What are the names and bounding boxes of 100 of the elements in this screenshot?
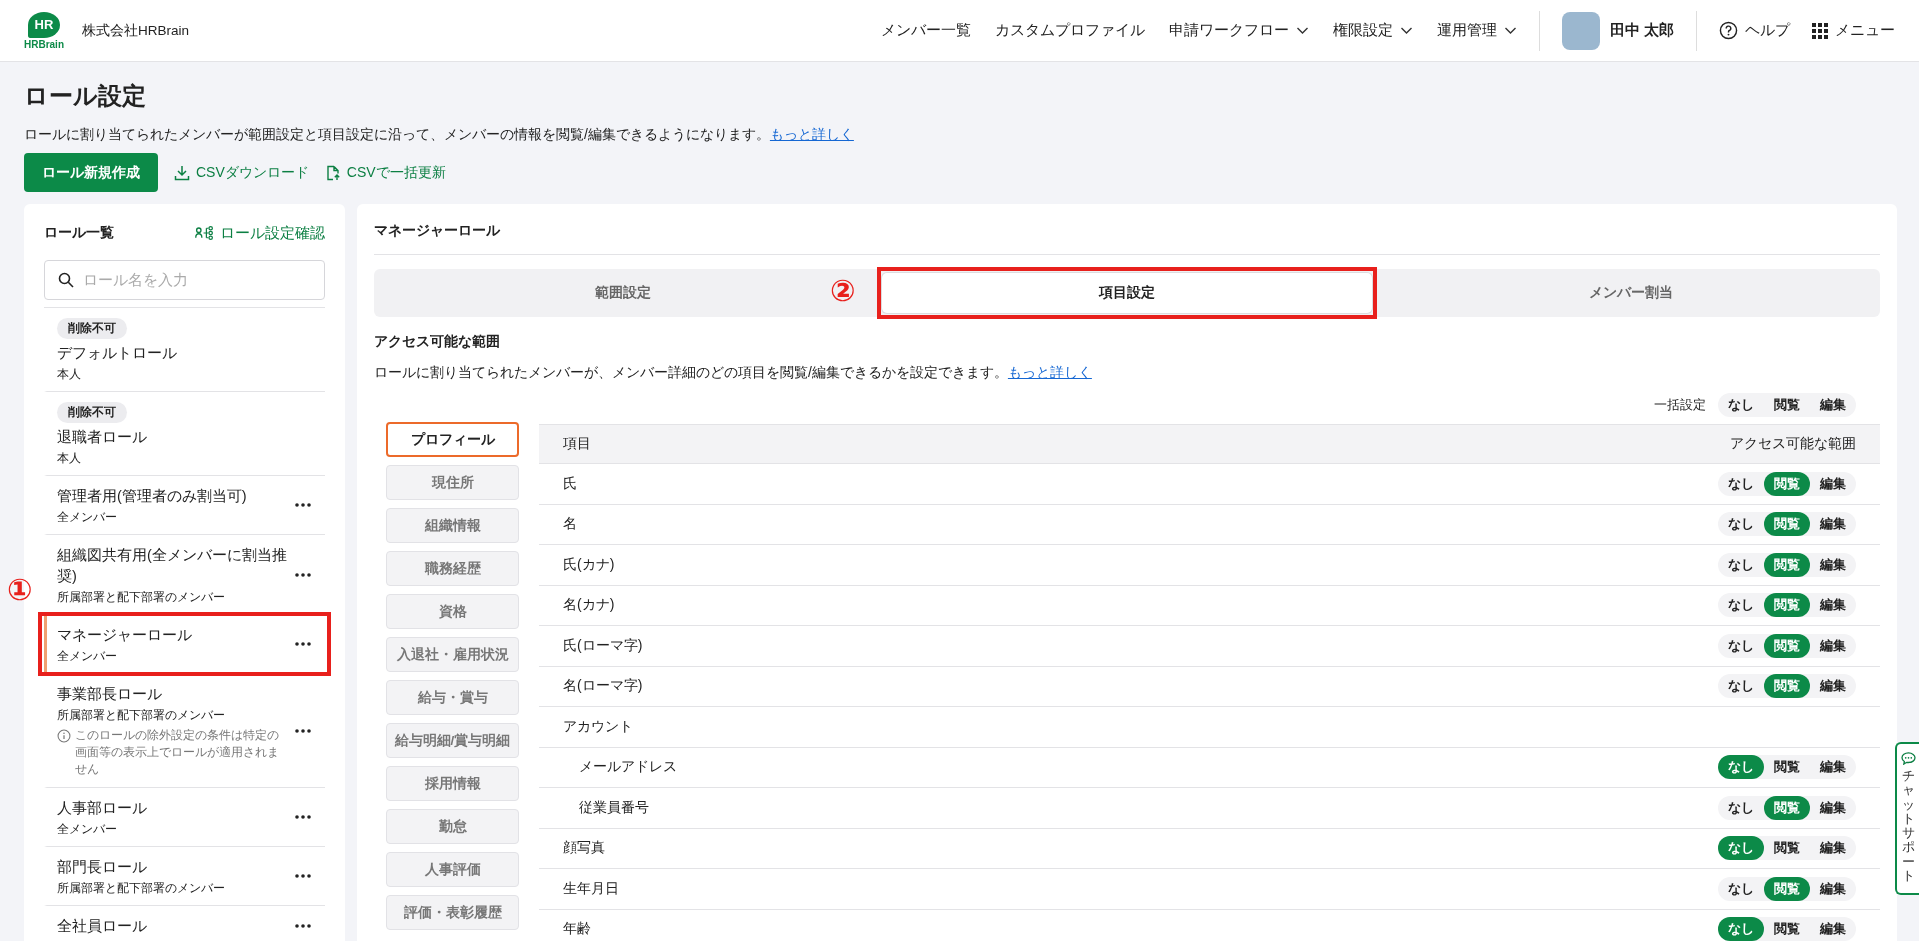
category-tab[interactable]: 評価・表彰履歴 [386,895,519,930]
category-tab[interactable]: 勤怠 [386,809,519,844]
access-option[interactable]: 閲覧 [1764,512,1810,537]
role-item[interactable]: 削除不可 退職者ロール 本人 [44,392,325,476]
role-item[interactable]: 人事部ロール 全メンバー [44,788,325,847]
tab[interactable]: メンバー割当 [1386,273,1876,313]
menu-button[interactable]: メニュー [1812,21,1895,40]
help-icon [1719,21,1738,40]
access-option[interactable]: 閲覧 [1764,836,1810,861]
access-option[interactable]: 編集 [1810,917,1856,941]
role-item[interactable]: 事業部長ロール 所属部署と配下部署のメンバー このロールの除外設定の条件は特定の画面等の表示上でロールが適用されません [44,674,325,788]
access-option[interactable]: 閲覧 [1764,917,1810,941]
more-icon [295,503,311,507]
access-option[interactable]: 編集 [1810,552,1856,577]
category-tab[interactable]: 人事評価 [386,852,519,887]
category-tab[interactable]: 給与・賞与 [386,680,519,715]
access-option[interactable]: 閲覧 [1764,755,1810,780]
access-option[interactable]: 編集 [1810,876,1856,901]
role-name: 部門長ロール [57,857,147,877]
nav-item[interactable]: 申請ワークフロー [1168,21,1309,40]
undeletable-badge: 削除不可 [57,317,127,339]
nav-item[interactable]: カスタムプロファイル [994,21,1145,40]
tab[interactable]: 項目設定 [882,273,1372,313]
role-name: 退職者ロール [57,427,147,447]
access-option[interactable]: 編集 [1810,795,1856,820]
access-option[interactable]: 閲覧 [1764,471,1810,496]
access-option[interactable]: 閲覧 [1764,876,1810,901]
nav-item[interactable]: 運用管理 [1436,21,1517,40]
role-item[interactable]: 削除不可 デフォルトロール 本人 [44,308,325,392]
access-option[interactable]: 編集 [1810,393,1856,417]
access-option[interactable]: なし [1718,552,1764,577]
category-tab[interactable]: 組織情報 [386,508,519,543]
access-option[interactable]: なし [1718,593,1764,618]
page-description: ロールに割り当てられたメンバーが範囲設定と項目設定に沿って、メンバーの情報を閲覧/編集できるようになります。もっと詳しく [24,126,855,144]
access-option[interactable]: 閲覧 [1764,633,1810,658]
access-option[interactable]: 編集 [1810,512,1856,537]
access-option[interactable]: なし [1718,674,1764,699]
access-option[interactable]: 編集 [1810,593,1856,618]
access-option[interactable]: 閲覧 [1764,552,1810,577]
create-role-button[interactable]: ロール新規作成 [24,153,158,192]
more-icon [295,572,311,577]
access-option[interactable]: 編集 [1810,836,1856,861]
role-item[interactable]: 部門長ロール 所属部署と配下部署のメンバー [44,847,325,906]
access-option[interactable]: なし [1718,471,1764,496]
role-list-title: ロール一覧 [44,224,114,242]
role-scope: 所属部署と配下部署のメンバー [57,880,225,896]
column-header: アクセス可能な範囲 [1730,435,1856,453]
role-check-link[interactable]: ロール設定確認 [195,223,325,243]
more-icon [295,642,311,646]
more-link[interactable]: もっと詳しく [769,126,854,142]
field-name: アカウント [563,717,633,736]
help-button[interactable]: ヘルプ [1719,21,1790,40]
section-title: アクセス可能な範囲 [374,333,501,351]
user-name[interactable]: 田中 太郎 [1609,21,1674,40]
access-option[interactable]: なし [1718,512,1764,537]
access-option[interactable]: なし [1718,917,1764,941]
category-tab[interactable]: プロフィール [386,422,519,457]
chat-support-tab[interactable]: チャットサポート [1895,742,1919,896]
role-name: 事業部長ロール [57,684,162,704]
access-option[interactable]: 閲覧 [1764,674,1810,699]
role-item[interactable]: マネージャーロール 全メンバー [44,615,325,674]
csv-download-button[interactable]: CSVダウンロード [174,163,309,182]
category-tab[interactable]: 資格 [386,594,519,629]
category-tab[interactable]: 入退社・雇用状況 [386,637,519,672]
role-search-field[interactable]: ロール名を入力 [44,260,325,300]
category-tab[interactable]: 給与明細/賞与明細 [386,723,519,758]
access-option[interactable]: 編集 [1810,674,1856,699]
role-name: 全社員ロール [57,916,147,936]
access-option[interactable]: なし [1718,795,1764,820]
access-option[interactable]: なし [1718,876,1764,901]
chat-icon [1900,752,1916,765]
role-name: 人事部ロール [57,798,147,818]
access-option[interactable]: なし [1718,755,1764,780]
access-option[interactable]: 編集 [1810,755,1856,780]
more-link[interactable]: もっと詳しく [1007,364,1092,380]
access-option[interactable]: 閲覧 [1764,795,1810,820]
csv-update-button[interactable]: CSVで一括更新 [324,163,446,182]
field-name: 名(カナ) [563,596,615,615]
access-option[interactable]: 閲覧 [1764,593,1810,618]
role-item[interactable]: 組織図共有用(全メンバーに割当推奨) 所属部署と配下部署のメンバー [44,535,325,615]
category-tab[interactable]: 現住所 [386,465,519,500]
access-option[interactable]: なし [1718,633,1764,658]
role-scope: 所属部署と配下部署のメンバー [57,589,225,605]
access-option[interactable]: 閲覧 [1764,393,1810,417]
nav-item[interactable]: メンバー一覧 [880,21,971,40]
chevron-down-icon [1295,26,1309,35]
access-option[interactable]: なし [1718,393,1764,417]
access-option[interactable]: 編集 [1810,633,1856,658]
category-tab[interactable]: 職務経歴 [386,551,519,586]
role-scope: 全メンバー [57,648,117,664]
category-tab[interactable]: 採用情報 [386,766,519,801]
field-name: 氏 [563,474,577,493]
role-item[interactable]: 全社員ロール [44,906,325,941]
access-option[interactable]: 編集 [1810,471,1856,496]
bulk-setting-label: 一括設定 [1654,396,1706,414]
role-item[interactable]: 管理者用(管理者のみ割当可) 全メンバー [44,476,325,535]
role-scope: 全メンバー [57,509,117,525]
nav-item[interactable]: 権限設定 [1332,21,1413,40]
access-option[interactable]: なし [1718,836,1764,861]
role-detail-title: マネージャーロール [374,204,1880,255]
